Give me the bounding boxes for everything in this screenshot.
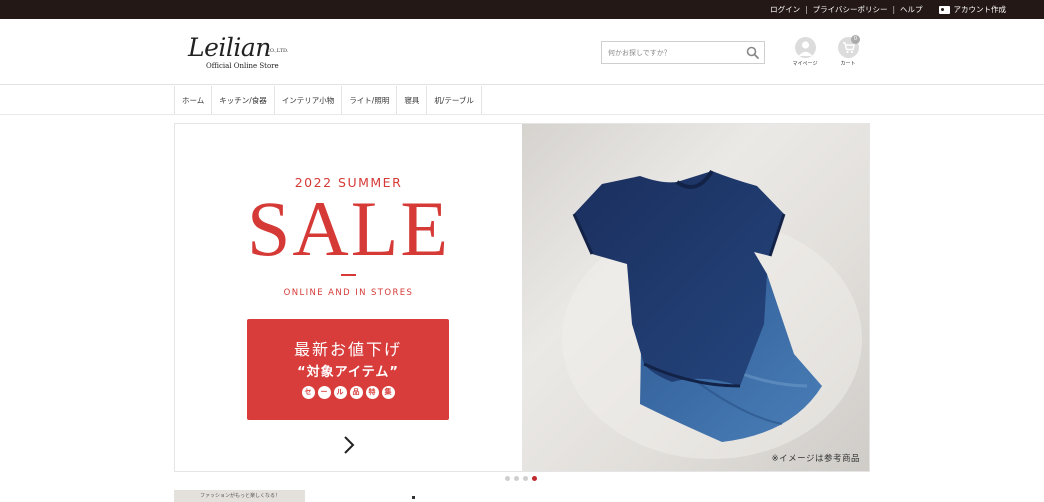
separator: |	[892, 5, 895, 14]
search-input[interactable]	[602, 42, 742, 63]
mypage-button[interactable]: マイページ	[790, 37, 820, 67]
help-link[interactable]: ヘルプ	[900, 4, 923, 15]
cta-chip-row: セ ー ル 品 特 集	[247, 386, 449, 399]
banner-text-panel: 2022 SUMMER SALE ONLINE AND IN STORES 最新…	[175, 124, 522, 471]
category-nav: ホーム キッチン/食器 インテリア小物 ライト/照明 寝具 机/テーブル	[174, 86, 482, 114]
cart-count-badge: 0	[851, 35, 860, 44]
site-header: Leilian CO.,LTD. Official Online Store マ…	[0, 19, 1044, 85]
create-account-link[interactable]: アカウント作成	[938, 4, 1007, 15]
cta-chip: 特	[365, 386, 379, 399]
nav-item-home[interactable]: ホーム	[175, 86, 213, 114]
top-links: ログイン | プライバシーポリシー | ヘルプ アカウント作成	[770, 0, 1006, 19]
chevron-right-icon[interactable]	[342, 435, 356, 455]
carousel-dots	[505, 476, 537, 481]
promo-banner[interactable]: ファッションがもっと楽しくなる！	[174, 490, 305, 502]
banner-subline: ONLINE AND IN STORES	[283, 288, 414, 298]
site-logo[interactable]: Leilian CO.,LTD. Official Online Store	[188, 33, 303, 73]
login-link[interactable]: ログイン	[770, 4, 800, 15]
cta-chip: ル	[333, 386, 347, 399]
logo-tagline: Official Online Store	[206, 62, 279, 70]
tshirt-image	[562, 169, 862, 459]
image-disclaimer: ※イメージは参考商品	[771, 454, 860, 464]
search-box	[601, 41, 765, 64]
logo-wordmark: Leilian	[188, 33, 271, 62]
search-icon[interactable]	[746, 46, 759, 59]
promo-text: ファッションがもっと楽しくなる！	[200, 493, 281, 499]
nav-item-interior[interactable]: インテリア小物	[275, 86, 343, 114]
cart-label: カート	[840, 61, 856, 67]
cta-chip: ー	[317, 386, 331, 399]
cta-chip: セ	[301, 386, 315, 399]
separator: |	[805, 5, 808, 14]
carousel-dot[interactable]	[514, 476, 519, 481]
banner-product-image: ※イメージは参考商品	[522, 124, 869, 471]
create-account-label: アカウント作成	[953, 5, 1007, 14]
carousel-dot[interactable]	[523, 476, 528, 481]
mypage-label: マイページ	[792, 61, 818, 67]
carousel-dot-active[interactable]	[532, 476, 537, 481]
hero-banner[interactable]: 2022 SUMMER SALE ONLINE AND IN STORES 最新…	[174, 123, 870, 472]
nav-item-bedding[interactable]: 寝具	[397, 86, 428, 114]
banner-divider	[341, 274, 356, 276]
nav-item-tables[interactable]: 机/テーブル	[427, 86, 482, 114]
id-card-icon	[938, 5, 950, 14]
cta-line-1: 最新お値下げ	[293, 340, 402, 359]
cta-chip: 品	[349, 386, 363, 399]
section-marker	[412, 496, 415, 499]
user-icon	[794, 37, 816, 58]
banner-headline: SALE	[247, 185, 450, 272]
carousel-dot[interactable]	[505, 476, 510, 481]
top-bar: ログイン | プライバシーポリシー | ヘルプ アカウント作成	[0, 0, 1044, 19]
privacy-link[interactable]: プライバシーポリシー	[813, 4, 888, 15]
cart-button[interactable]: 0 カート	[833, 35, 863, 67]
cta-line-2: “対象アイテム”	[297, 365, 399, 380]
cta-chip: 集	[381, 386, 395, 399]
logo-company-suffix: CO.,LTD.	[266, 48, 289, 54]
nav-item-kitchen[interactable]: キッチン/食器	[212, 86, 275, 114]
sale-items-button[interactable]: 最新お値下げ “対象アイテム” セ ー ル 品 特 集	[247, 319, 449, 420]
nav-item-lighting[interactable]: ライト/照明	[342, 86, 398, 114]
nav-divider	[0, 114, 1044, 115]
